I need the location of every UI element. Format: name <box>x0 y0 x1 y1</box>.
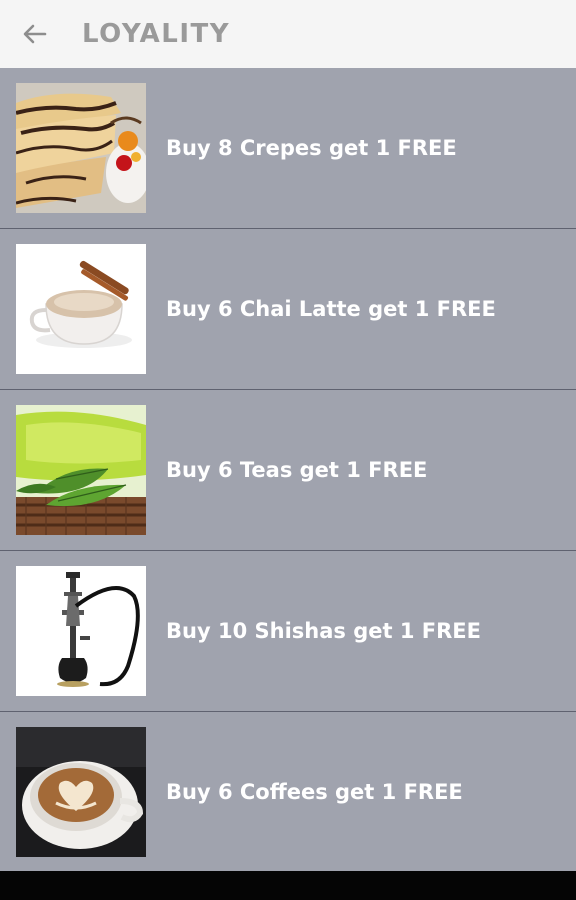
list-item-label: Buy 6 Teas get 1 FREE <box>166 458 428 482</box>
list-item[interactable]: Buy 8 Crepes get 1 FREE <box>0 68 576 229</box>
shisha-image <box>16 566 146 696</box>
list-item[interactable]: Buy 6 Coffees get 1 FREE <box>0 712 576 873</box>
list-item-label: Buy 6 Coffees get 1 FREE <box>166 780 463 804</box>
coffee-image <box>16 727 146 857</box>
app-header: LOYALITY <box>0 0 576 68</box>
list-item[interactable]: Buy 10 Shishas get 1 FREE <box>0 551 576 712</box>
tea-image <box>16 405 146 535</box>
page-title: LOYALITY <box>82 19 231 49</box>
list-item-label: Buy 10 Shishas get 1 FREE <box>166 619 481 643</box>
list-item-label: Buy 8 Crepes get 1 FREE <box>166 136 457 160</box>
list-item[interactable]: Buy 6 Teas get 1 FREE <box>0 390 576 551</box>
chai-latte-image <box>16 244 146 374</box>
arrow-left-icon <box>23 24 47 44</box>
list-item-label: Buy 6 Chai Latte get 1 FREE <box>166 297 496 321</box>
loyalty-list: Buy 8 Crepes get 1 FREE Buy 6 Chai Latte… <box>0 68 576 873</box>
loyalty-screen: LOYALITY Buy 8 Crepes get 1 FREE Buy 6 C… <box>0 0 576 900</box>
list-item[interactable]: Buy 6 Chai Latte get 1 FREE <box>0 229 576 390</box>
system-navigation-bar <box>0 871 576 900</box>
back-button[interactable] <box>0 0 70 68</box>
crepes-image <box>16 83 146 213</box>
